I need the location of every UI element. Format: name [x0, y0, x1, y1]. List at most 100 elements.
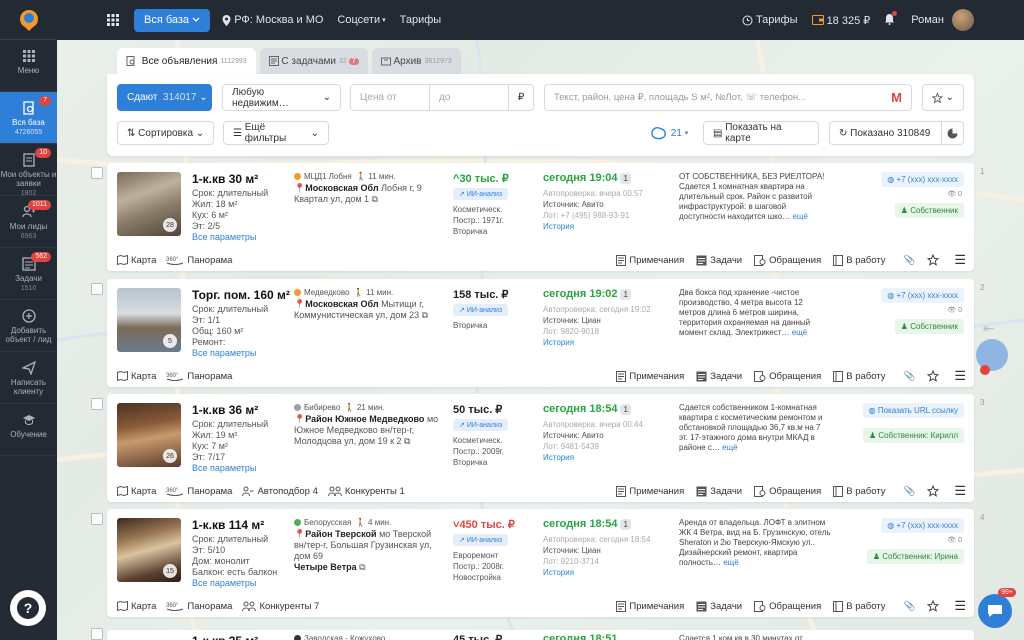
action-panorama[interactable]: 360° Панорама [166, 255, 232, 266]
history-link[interactable]: История [543, 221, 643, 232]
sidebar-item-3[interactable]: Мои объекты и заявки 1802 10 [0, 144, 57, 197]
ai-analysis-button[interactable]: ↗ ИИ-анализ [453, 419, 509, 431]
attach-icon[interactable]: 📎 [904, 601, 916, 612]
balance[interactable]: 18 325 ₽ [811, 14, 870, 27]
favorite-star-icon[interactable] [927, 370, 942, 382]
price-from-input[interactable]: Цена от [350, 84, 430, 111]
apps-grid-icon[interactable] [107, 14, 119, 26]
menu-icon[interactable]: ☰ [954, 598, 966, 614]
avatar[interactable] [952, 9, 974, 31]
menu-icon[interactable]: ☰ [954, 368, 966, 384]
action-notes[interactable]: Примечания [616, 485, 684, 497]
all-params-link[interactable]: Все параметры [192, 232, 268, 243]
action-work[interactable]: В работу [833, 254, 886, 266]
listing-title[interactable]: 1-к.кв 30 м² [192, 172, 258, 186]
sidebar-item-7[interactable]: Написать клиенту [0, 352, 57, 404]
phone-button[interactable]: ◍ +7 (xxx) xxx-xxxx [881, 288, 964, 303]
collapse-arrow-icon[interactable]: ⇤ [983, 320, 995, 337]
clear-filters-button[interactable] [941, 121, 964, 145]
phone-button[interactable]: ◍ Показать URL ссылку [862, 403, 964, 418]
listing-photo[interactable]: 28 [117, 172, 181, 236]
favorite-star-icon[interactable] [927, 254, 942, 266]
user-name[interactable]: Роман [911, 14, 944, 26]
action-appeals[interactable]: Обращения [754, 370, 821, 382]
logo[interactable] [0, 0, 57, 40]
listing-card[interactable]: 26 1-к.кв 36 м² Срок: длительный Жил: 19 м²… [107, 394, 974, 502]
action-tasks[interactable]: Задачи [696, 371, 742, 382]
favorite-star-icon[interactable] [927, 485, 942, 497]
notifications-button[interactable] [884, 10, 898, 28]
action-map[interactable]: Карта [117, 601, 156, 612]
tariffs-right-link[interactable]: Тарифы [742, 14, 798, 26]
sort-select[interactable]: ⇅ Сортировка ⌄ [117, 121, 214, 145]
history-link[interactable]: История [543, 337, 650, 348]
action-work[interactable]: В работу [833, 485, 886, 497]
action-panorama[interactable]: 360° Панорама [166, 601, 232, 612]
ai-analysis-button[interactable]: ↗ ИИ-анализ [453, 188, 509, 200]
external-link-icon[interactable]: ⧉ [359, 562, 365, 572]
listing-checkbox[interactable] [91, 167, 103, 179]
external-link-icon[interactable]: ⧉ [422, 310, 428, 320]
search-input[interactable]: Текст, район, цена ₽, площадь S м², №Лот… [544, 84, 912, 111]
listing-checkbox[interactable] [91, 513, 103, 525]
external-link-icon[interactable]: ⧉ [404, 436, 410, 446]
sidebar-item-1[interactable]: Меню [0, 40, 57, 92]
listing-photo[interactable]: 5 [117, 288, 181, 352]
action-competitors[interactable]: Конкуренты 7 [242, 601, 319, 612]
action-panorama[interactable]: 360° Панорама [166, 486, 232, 497]
action-map[interactable]: Карта [117, 371, 156, 382]
ai-analysis-button[interactable]: ↗ ИИ-анализ [453, 534, 509, 546]
menu-icon[interactable]: ☰ [954, 483, 966, 499]
listing-checkbox[interactable] [91, 283, 103, 295]
listing-photo[interactable]: 15 [117, 518, 181, 582]
attach-icon[interactable]: 📎 [904, 255, 916, 266]
deal-type-select[interactable]: Сдают 314017 ⌄ [117, 84, 212, 111]
chat-button[interactable]: 99+ [978, 588, 1016, 628]
action-appeals[interactable]: Обращения [754, 254, 821, 266]
action-tasks[interactable]: Задачи [696, 601, 742, 612]
sidebar-item-4[interactable]: Мои лиды 6963 1011 [0, 196, 57, 248]
shown-count-button[interactable]: ↻ Показано 310849 [829, 121, 942, 145]
tab-archive[interactable]: Архив 3612973 [371, 48, 461, 74]
action-work[interactable]: В работу [833, 600, 886, 612]
sidebar-item-6[interactable]: Добавить объект / лид [0, 300, 57, 352]
ai-analysis-button[interactable]: ↗ ИИ-анализ [453, 304, 509, 316]
action-tasks[interactable]: Задачи [696, 486, 742, 497]
tab-with-tasks[interactable]: С задачами 32 7 [259, 48, 368, 74]
base-selector-button[interactable]: Вся база [134, 8, 211, 32]
action-map[interactable]: Карта [117, 255, 156, 266]
listing-title[interactable]: 1-к.кв 36 м² [192, 403, 258, 417]
action-map[interactable]: Карта [117, 486, 156, 497]
favorite-star-icon[interactable] [927, 600, 942, 612]
price-to-input[interactable]: до [429, 84, 509, 111]
show-on-map-button[interactable]: ▤ Показать на карте [703, 121, 819, 145]
listing-card[interactable]: 15 1-к.кв 114 м² Срок: длительный Эт: 5/10 Д… [107, 509, 974, 617]
listing-card[interactable]: 5 Торг. пом. 160 м² Срок: длительный Эт: 1/… [107, 279, 974, 387]
phone-button[interactable]: ◍ +7 (xxx) xxx-xxxx [881, 518, 964, 533]
favorites-select[interactable]: ⌄ [922, 84, 964, 111]
history-link[interactable]: История [543, 567, 650, 578]
more-link[interactable]: ещё [792, 212, 807, 221]
listing-card-partial[interactable]: 1-к.кв 35 м² Заводская - Кожухово 45 тыс. … [107, 630, 974, 640]
social-menu[interactable]: Соцсети ▾ [337, 14, 385, 26]
action-work[interactable]: В работу [833, 370, 886, 382]
metro-m-icon[interactable]: M [891, 90, 902, 105]
external-link-icon[interactable]: ⧉ [372, 194, 378, 204]
action-auto-pick[interactable]: Автоподбор 4 [242, 486, 318, 497]
more-link[interactable]: ещё [723, 558, 738, 567]
listing-title[interactable]: 1-к.кв 114 м² [192, 518, 264, 532]
more-link[interactable]: ещё [792, 328, 807, 337]
help-button[interactable]: ? [10, 590, 46, 626]
listing-checkbox[interactable] [91, 398, 103, 410]
action-notes[interactable]: Примечания [616, 254, 684, 266]
action-appeals[interactable]: Обращения [754, 600, 821, 612]
action-tasks[interactable]: Задачи [696, 255, 742, 266]
listing-checkbox[interactable] [91, 628, 103, 640]
attach-icon[interactable]: 📎 [904, 486, 916, 497]
action-panorama[interactable]: 360° Панорама [166, 371, 232, 382]
tab-all-listings[interactable]: Все объявления 1112993 [117, 48, 256, 74]
action-appeals[interactable]: Обращения [754, 485, 821, 497]
attach-icon[interactable]: 📎 [904, 371, 916, 382]
listing-title[interactable]: Торг. пом. 160 м² [192, 288, 290, 302]
more-filters-button[interactable]: ☰ Ещё фильтры ⌄ [223, 121, 329, 145]
